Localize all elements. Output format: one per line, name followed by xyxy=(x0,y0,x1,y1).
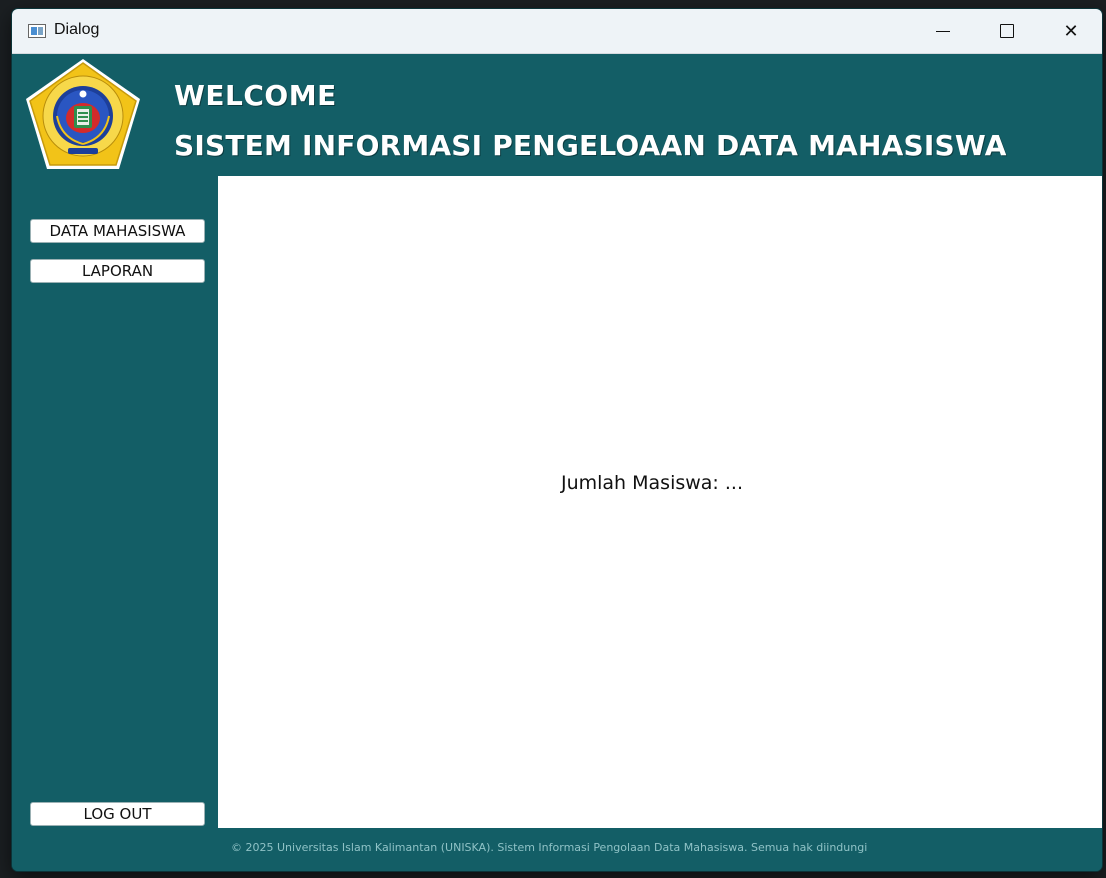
minimize-icon xyxy=(936,30,950,32)
data-mahasiswa-button[interactable]: DATA MAHASISWA xyxy=(30,219,205,243)
footer: © 2025 Universitas Islam Kalimantan (UNI… xyxy=(12,828,1102,871)
laporan-button[interactable]: LAPORAN xyxy=(30,259,205,283)
minimize-button[interactable] xyxy=(914,9,972,53)
university-logo xyxy=(26,59,140,169)
app-window-icon xyxy=(28,24,46,38)
system-title-heading: SISTEM INFORMASI PENGELOAAN DATA MAHASIS… xyxy=(174,129,1007,162)
main-content-panel: Jumlah Masiswa: ... xyxy=(218,176,1102,828)
student-count-label: Jumlah Masiswa: ... xyxy=(560,472,743,494)
welcome-heading: WELCOME xyxy=(174,79,337,112)
maximize-button[interactable] xyxy=(978,9,1036,53)
window-title: Dialog xyxy=(54,21,100,38)
dialog-window: Dialog ✕ WELCOME SISTEM INFORMASI PENGEL… xyxy=(12,9,1102,871)
header-banner: WELCOME SISTEM INFORMASI PENGELOAAN DATA… xyxy=(12,54,1102,176)
close-button[interactable]: ✕ xyxy=(1042,9,1100,53)
close-icon: ✕ xyxy=(1063,20,1079,42)
footer-copyright: © 2025 Universitas Islam Kalimantan (UNI… xyxy=(231,841,868,854)
logout-button[interactable]: LOG OUT xyxy=(30,802,205,826)
title-bar[interactable]: Dialog ✕ xyxy=(12,9,1102,54)
maximize-icon xyxy=(1000,24,1014,38)
sidebar: DATA MAHASISWA LAPORAN xyxy=(12,176,218,826)
